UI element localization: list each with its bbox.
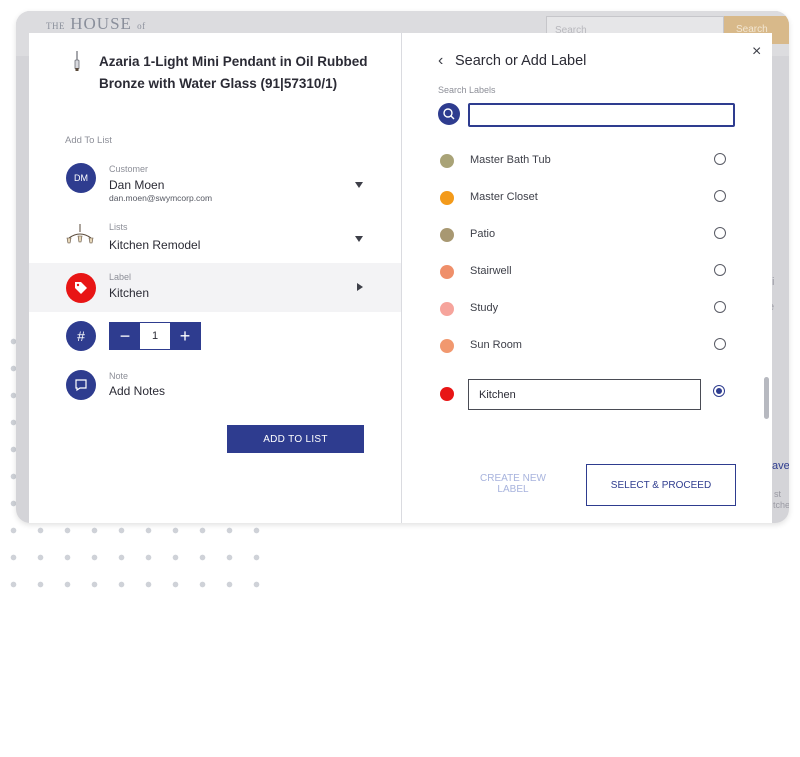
label-item[interactable]: Master Closet: [402, 182, 752, 212]
label-color-swatch: [440, 154, 454, 168]
logo-main-text: HOUSE: [70, 14, 132, 33]
label-radio[interactable]: [714, 338, 726, 350]
hash-icon: #: [66, 321, 96, 351]
label-color-swatch: [440, 339, 454, 353]
label-caption: Label: [109, 272, 132, 282]
label-name: Patio: [470, 228, 496, 240]
new-label-radio-selected[interactable]: [713, 385, 725, 397]
label-list-scrollbar[interactable]: [764, 377, 769, 419]
label-radio[interactable]: [714, 301, 726, 313]
product-title: Azaria 1-Light Mini Pendant in Oil Rubbe…: [99, 54, 368, 91]
new-label-input[interactable]: [468, 379, 701, 410]
add-to-list-modal: Azaria 1-Light Mini Pendant in Oil Rubbe…: [29, 33, 772, 523]
add-notes-field[interactable]: Add Notes: [109, 384, 165, 398]
search-labels-caption: Search Labels: [438, 85, 496, 95]
background-side-text: st: [774, 489, 782, 499]
label-chevron-right-icon[interactable]: [357, 283, 363, 291]
close-icon[interactable]: ×: [752, 43, 761, 61]
page: THE HOUSE of Search Search i e ave st tc…: [0, 0, 800, 757]
label-item[interactable]: Stairwell: [402, 256, 752, 286]
label-radio[interactable]: [714, 153, 726, 165]
decrement-button[interactable]: −: [110, 323, 140, 349]
search-labels-input[interactable]: [468, 103, 735, 127]
add-to-list-heading: Add To List: [65, 135, 112, 146]
label-radio[interactable]: [714, 264, 726, 276]
logo-of-text: of: [137, 21, 146, 31]
label-name: Master Bath Tub: [470, 154, 551, 166]
lists-chevron-down-icon[interactable]: [355, 236, 363, 242]
label-color-swatch: [440, 302, 454, 316]
note-icon: [66, 370, 96, 400]
customer-chevron-down-icon[interactable]: [355, 182, 363, 188]
tag-icon: [66, 273, 96, 303]
customer-name[interactable]: Dan Moen: [109, 178, 164, 192]
background-side-text: ave: [772, 460, 789, 472]
add-to-list-button[interactable]: ADD TO LIST: [227, 425, 364, 453]
label-radio[interactable]: [714, 227, 726, 239]
new-label-color-swatch[interactable]: [440, 387, 454, 401]
quantity-stepper: − 1 +: [109, 322, 201, 350]
lists-value[interactable]: Kitchen Remodel: [109, 238, 200, 252]
note-caption: Note: [109, 371, 129, 381]
background-side-text: i: [772, 276, 775, 288]
search-icon[interactable]: [438, 103, 460, 125]
panel-title: Search or Add Label: [455, 53, 587, 69]
label-value[interactable]: Kitchen: [109, 286, 149, 300]
add-to-list-panel: Azaria 1-Light Mini Pendant in Oil Rubbe…: [29, 33, 401, 523]
create-new-label-button[interactable]: CREATE NEW LABEL: [468, 473, 558, 495]
label-item[interactable]: Master Bath Tub: [402, 145, 752, 175]
label-name: Study: [470, 302, 499, 314]
label-panel: × ‹ Search or Add Label Search Labels Ma…: [402, 33, 772, 523]
label-item[interactable]: Study: [402, 293, 752, 323]
background-logo: THE HOUSE of: [46, 14, 146, 34]
pendant-lamp-icon: [74, 51, 80, 71]
label-radio[interactable]: [714, 190, 726, 202]
increment-button[interactable]: +: [170, 323, 200, 349]
customer-avatar: DM: [66, 163, 96, 193]
back-chevron-icon[interactable]: ‹: [438, 52, 443, 70]
label-item[interactable]: Sun Room: [402, 330, 752, 360]
label-color-swatch: [440, 265, 454, 279]
label-item[interactable]: Patio: [402, 219, 752, 249]
logo-small-text: THE: [46, 21, 65, 31]
select-and-proceed-button[interactable]: SELECT & PROCEED: [586, 464, 736, 506]
label-name: Master Closet: [470, 191, 538, 203]
quantity-value[interactable]: 1: [140, 323, 170, 349]
label-color-swatch: [440, 191, 454, 205]
label-name: Sun Room: [470, 339, 522, 351]
background-side-text: tche: [773, 500, 789, 510]
chandelier-icon: [66, 224, 94, 244]
customer-email: dan.moen@swymcorp.com: [109, 193, 213, 203]
lists-caption: Lists: [109, 222, 128, 232]
customer-caption: Customer: [109, 164, 149, 174]
label-name: Stairwell: [470, 265, 512, 277]
label-color-swatch: [440, 228, 454, 242]
